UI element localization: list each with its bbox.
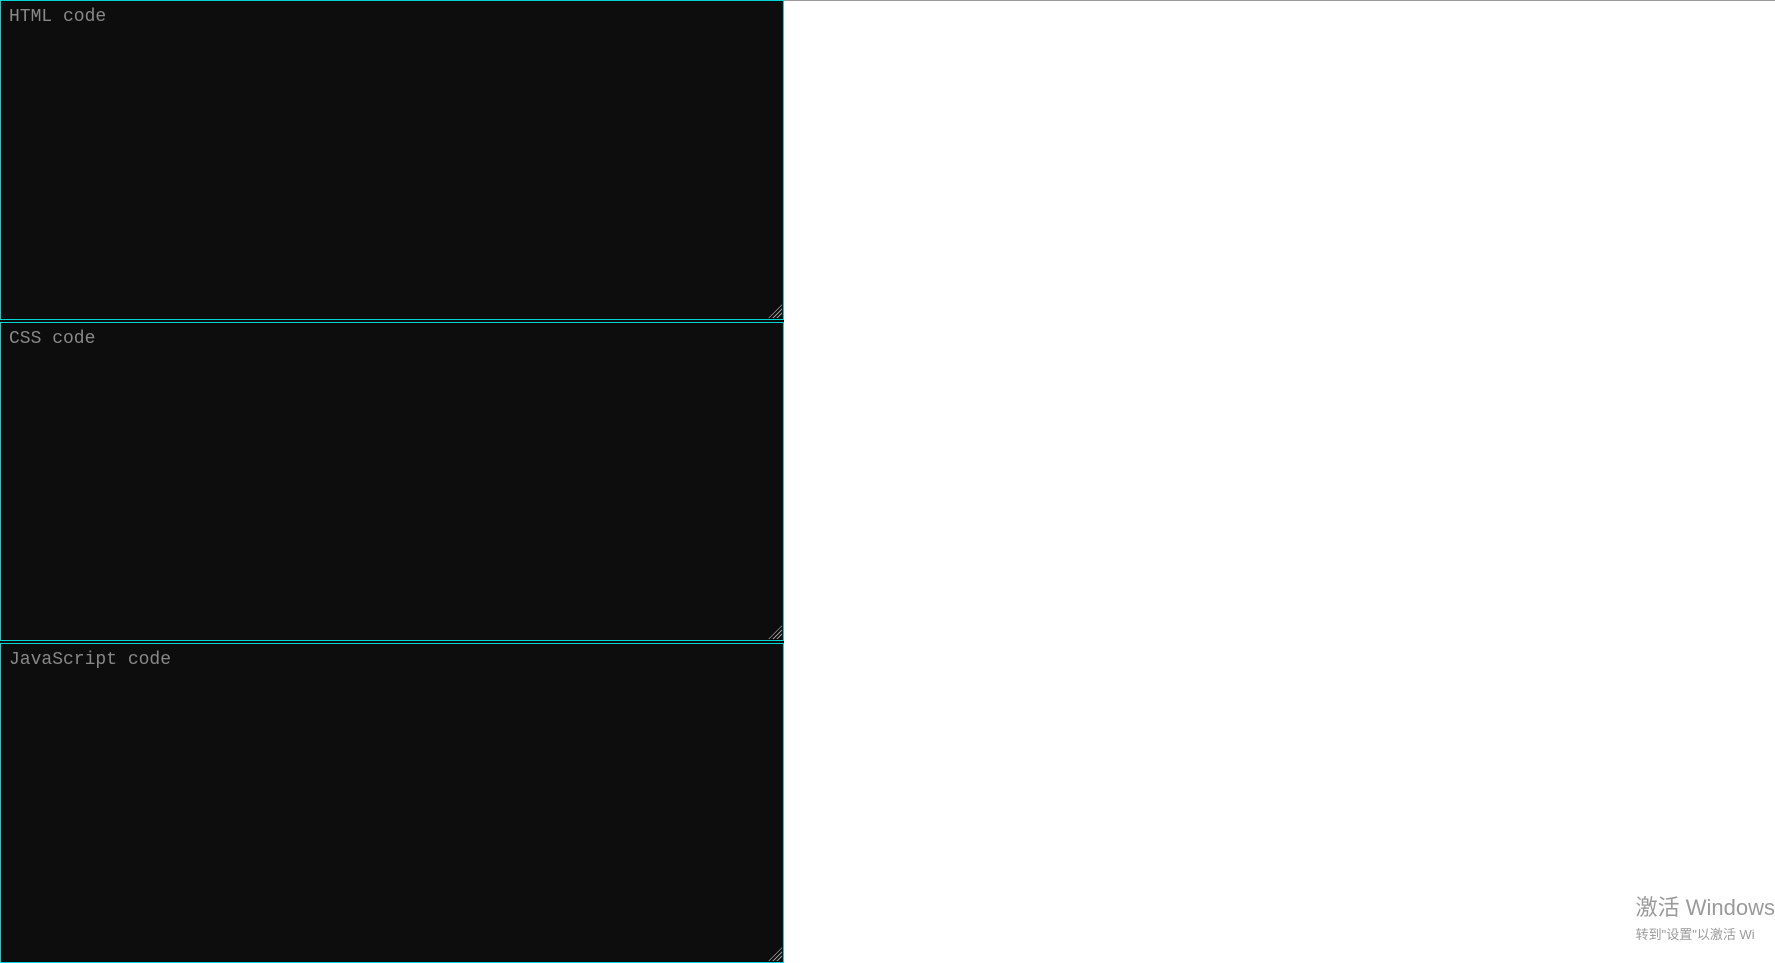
html-code-input[interactable] <box>1 1 783 319</box>
editor-panel <box>0 0 784 963</box>
preview-panel: 激活 Windows 转到"设置"以激活 Wi <box>784 0 1775 963</box>
css-code-input[interactable] <box>1 323 783 641</box>
css-editor-container <box>0 322 784 642</box>
javascript-editor-container <box>0 643 784 963</box>
preview-output <box>784 1 1775 963</box>
html-editor-container <box>0 0 784 320</box>
javascript-code-input[interactable] <box>1 644 783 962</box>
